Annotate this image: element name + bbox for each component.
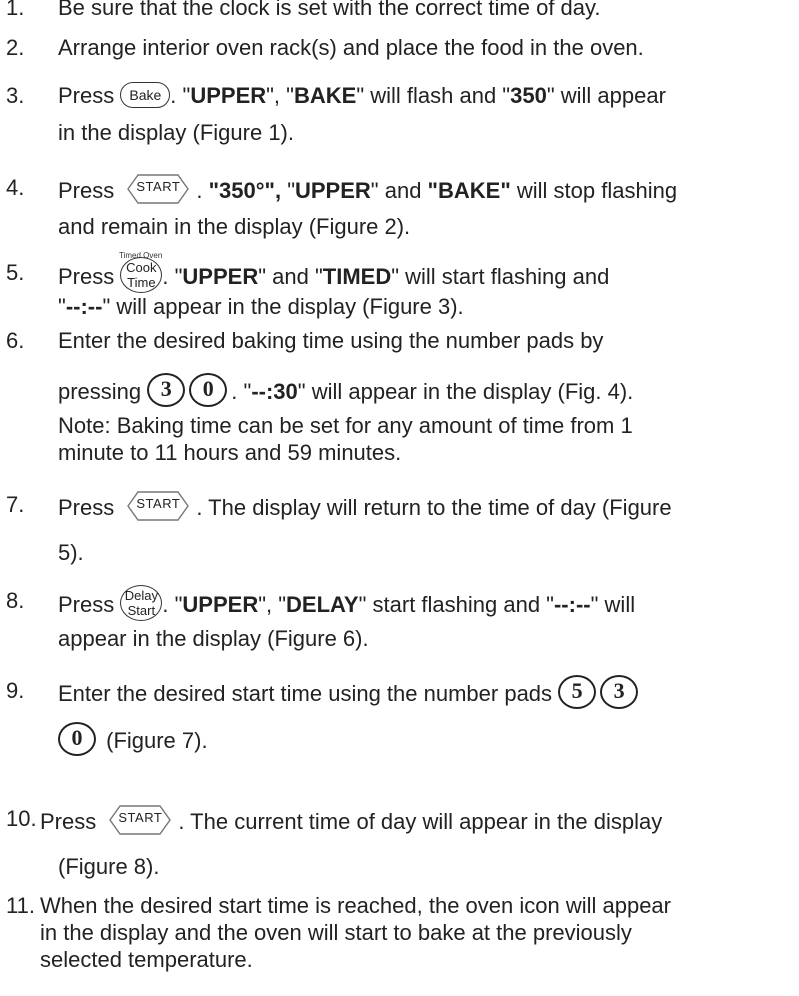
step-text-line-2: (Figure 8).	[58, 854, 160, 879]
note-line-1: Note: Baking time can be set for any amo…	[58, 413, 633, 438]
step-number: 11.	[6, 893, 35, 918]
step-text-line-1: Press START. The current time of day wil…	[40, 803, 662, 840]
cook-time-button-icon: Cook Time	[120, 257, 163, 293]
step-text-line-2: pressing 30. "--:30" will appear in the …	[58, 373, 633, 410]
step-number: 6.	[6, 328, 25, 353]
step-number: 8.	[6, 588, 25, 613]
step-text-line-1: Enter the desired start time using the n…	[58, 675, 642, 712]
step-text-line-1: Press Delay Start. "UPPER", "DELAY" start…	[58, 585, 635, 624]
step-number: 1.	[6, 0, 25, 20]
start-button-icon: START	[120, 172, 196, 206]
step-number: 4.	[6, 175, 25, 200]
step-text-line-2: appear in the display (Figure 6).	[58, 626, 369, 651]
start-button-icon: START	[120, 489, 196, 523]
step-text-line-2: "--:--" will appear in the display (Figu…	[58, 294, 464, 319]
step-text-line-3: selected temperature.	[40, 947, 253, 972]
bake-button-icon: Bake	[120, 82, 171, 109]
step-text-line-1: Press Cook Time. "UPPER" and "TIMED" will…	[58, 257, 609, 296]
step-number: 9.	[6, 678, 25, 703]
number-pad-5-icon: 5	[558, 675, 597, 709]
step-text-line-1: When the desired start time is reached, …	[40, 893, 671, 918]
delay-start-button-icon: Delay Start	[120, 585, 163, 621]
step-number: 7.	[6, 492, 25, 517]
step-text-line-2: 0 (Figure 7).	[58, 722, 208, 759]
step-text: Arrange interior oven rack(s) and place …	[58, 35, 644, 60]
step-text-line-2: in the display and the oven will start t…	[40, 920, 632, 945]
step-text-line-1: Press START. "350°", "UPPER" and "BAKE" …	[58, 172, 677, 209]
note-line-2: minute to 11 hours and 59 minutes.	[58, 440, 402, 465]
step-number: 5.	[6, 260, 25, 285]
start-button-icon: START	[102, 803, 178, 837]
number-pad-3-icon: 3	[147, 373, 186, 407]
step-number: 10.	[6, 806, 37, 831]
number-pad-0-icon: 0	[58, 722, 96, 756]
number-pad-3-icon: 3	[600, 675, 639, 709]
step-text-line-1: Press START. The display will return to …	[58, 489, 672, 526]
step-number: 3.	[6, 83, 25, 108]
step-text-line-1: Press Bake. "UPPER", "BAKE" will flash a…	[58, 82, 666, 109]
step-number: 2.	[6, 35, 25, 60]
number-pad-0-icon: 0	[189, 373, 228, 407]
step-text-line-2: and remain in the display (Figure 2).	[58, 214, 411, 239]
step-text-line-2: in the display (Figure 1).	[58, 120, 294, 145]
step-text: Be sure that the clock is set with the c…	[58, 0, 601, 20]
step-text-line-2: 5).	[58, 540, 84, 565]
step-text-line-1: Enter the desired baking time using the …	[58, 328, 604, 353]
